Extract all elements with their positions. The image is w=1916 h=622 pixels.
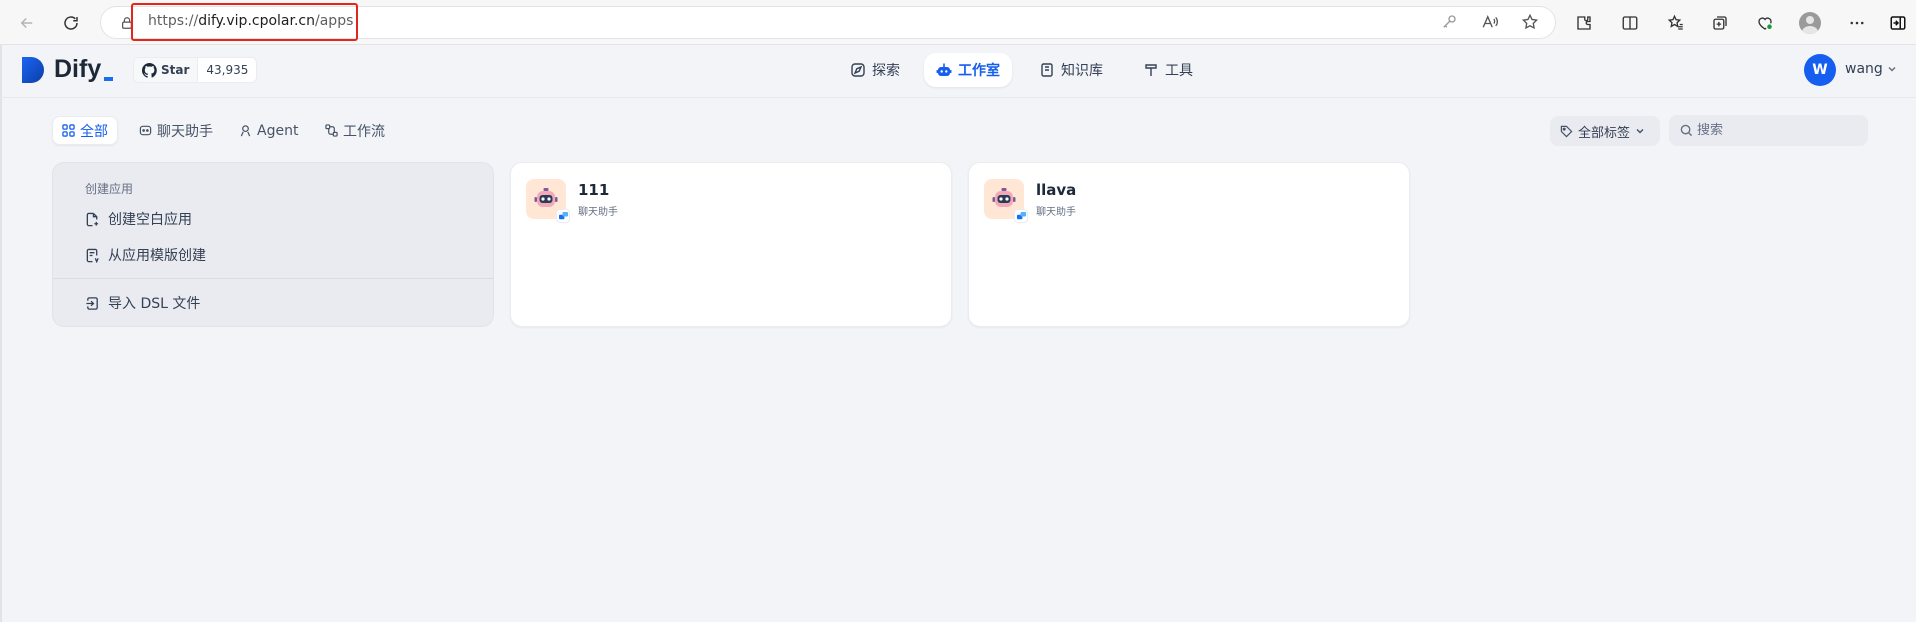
browser-toolbar: https://dify.vip.cpolar.cn/apps bbox=[0, 0, 1916, 45]
create-blank-app-label: 创建空白应用 bbox=[108, 212, 192, 228]
tag-filter-select[interactable]: 全部标签 bbox=[1550, 116, 1660, 146]
app-type: 聊天助手 bbox=[578, 207, 618, 218]
tab-agent-label: Agent bbox=[257, 122, 299, 139]
browser-profile-avatar[interactable] bbox=[1799, 12, 1821, 34]
github-star-button[interactable]: Star 43,935 bbox=[133, 57, 258, 83]
import-icon bbox=[86, 296, 98, 310]
tab-agent[interactable]: Agent bbox=[230, 116, 307, 145]
header-divider bbox=[0, 97, 1916, 98]
github-star-label-wrap: Star bbox=[134, 58, 199, 82]
user-menu[interactable]: wang bbox=[1845, 61, 1897, 77]
nav-knowledge[interactable]: 知识库 bbox=[1027, 53, 1115, 87]
create-app-card: 创建应用 创建空白应用 从应用模版创建 导入 DSL 文件 bbox=[52, 162, 494, 327]
search-input[interactable] bbox=[1697, 115, 1862, 146]
app-type: 聊天助手 bbox=[1036, 207, 1076, 218]
nav-studio[interactable]: 工作室 bbox=[924, 53, 1012, 87]
nav-tools[interactable]: 工具 bbox=[1131, 53, 1205, 87]
chevron-down-icon bbox=[1636, 128, 1644, 134]
window-left-edge bbox=[0, 45, 2, 622]
chat-type-badge bbox=[556, 209, 570, 223]
split-screen-icon[interactable] bbox=[1620, 13, 1640, 33]
file-plus-icon bbox=[86, 212, 99, 226]
favorites-icon[interactable] bbox=[1666, 13, 1686, 33]
compass-icon bbox=[851, 63, 865, 77]
app-name: 111 bbox=[578, 181, 610, 199]
app-name: llava bbox=[1036, 181, 1077, 199]
app-card[interactable]: 111 聊天助手 bbox=[510, 162, 952, 327]
tab-workflow[interactable]: 工作流 bbox=[316, 116, 394, 145]
template-icon bbox=[86, 248, 99, 263]
sidebar-toggle-icon[interactable] bbox=[1888, 13, 1908, 33]
chevron-down-icon bbox=[1888, 66, 1896, 72]
favorite-star-icon[interactable] bbox=[1521, 13, 1539, 31]
browser-essentials-icon[interactable] bbox=[1755, 13, 1775, 33]
more-menu-icon[interactable] bbox=[1847, 13, 1867, 33]
tab-chat-assistant[interactable]: 聊天助手 bbox=[130, 116, 222, 145]
tab-chat-assistant-label: 聊天助手 bbox=[157, 123, 213, 140]
workflow-icon bbox=[325, 124, 338, 137]
extensions-icon[interactable] bbox=[1574, 13, 1594, 33]
refresh-button[interactable] bbox=[59, 11, 83, 35]
arrow-left-icon bbox=[20, 17, 33, 29]
github-star-count: 43,935 bbox=[198, 58, 257, 82]
key-icon[interactable] bbox=[1440, 13, 1458, 31]
create-card-divider bbox=[53, 278, 493, 279]
url-highlight-box bbox=[131, 3, 358, 41]
grid-icon bbox=[62, 124, 75, 137]
logo-underscore bbox=[104, 77, 113, 81]
robot-face-icon bbox=[534, 188, 558, 207]
nav-knowledge-label: 知识库 bbox=[1061, 63, 1103, 79]
chat-bot-icon bbox=[139, 125, 152, 136]
collections-icon[interactable] bbox=[1710, 13, 1730, 33]
nav-explore-label: 探索 bbox=[872, 63, 900, 79]
book-icon bbox=[1041, 63, 1053, 77]
github-star-label: Star bbox=[161, 63, 190, 77]
chat-type-badge bbox=[1014, 209, 1028, 223]
back-button[interactable] bbox=[15, 11, 39, 35]
dify-logo-icon bbox=[22, 57, 44, 83]
user-name: wang bbox=[1845, 61, 1883, 77]
tab-workflow-label: 工作流 bbox=[343, 123, 385, 140]
robot-face-icon bbox=[992, 188, 1016, 207]
search-icon bbox=[1680, 124, 1693, 137]
import-dsl-label: 导入 DSL 文件 bbox=[108, 296, 201, 312]
tab-all-label: 全部 bbox=[80, 123, 108, 140]
create-blank-app-button[interactable]: 创建空白应用 bbox=[85, 208, 192, 230]
refresh-icon bbox=[64, 16, 78, 30]
create-app-title: 创建应用 bbox=[85, 182, 134, 196]
chat-bubble-icon bbox=[1016, 211, 1026, 219]
nav-studio-label: 工作室 bbox=[958, 63, 1000, 79]
search-box[interactable] bbox=[1669, 115, 1868, 146]
import-dsl-button[interactable]: 导入 DSL 文件 bbox=[85, 292, 200, 314]
nav-tools-label: 工具 bbox=[1165, 63, 1193, 79]
tag-filter-label: 全部标签 bbox=[1578, 125, 1631, 141]
github-icon bbox=[142, 62, 157, 78]
tag-icon bbox=[1560, 125, 1573, 137]
logo-text: Dify bbox=[54, 55, 102, 83]
chat-bubble-icon bbox=[558, 211, 568, 219]
hammer-icon bbox=[1145, 64, 1157, 76]
read-aloud-icon[interactable] bbox=[1481, 13, 1499, 31]
agent-icon bbox=[240, 125, 251, 137]
user-avatar[interactable]: W bbox=[1804, 54, 1836, 86]
app-card[interactable]: llava 聊天助手 bbox=[968, 162, 1410, 327]
create-from-template-button[interactable]: 从应用模版创建 bbox=[85, 244, 206, 266]
robot-icon bbox=[936, 63, 952, 76]
nav-explore[interactable]: 探索 bbox=[838, 53, 912, 87]
create-from-template-label: 从应用模版创建 bbox=[108, 248, 206, 264]
tab-all[interactable]: 全部 bbox=[52, 116, 118, 145]
